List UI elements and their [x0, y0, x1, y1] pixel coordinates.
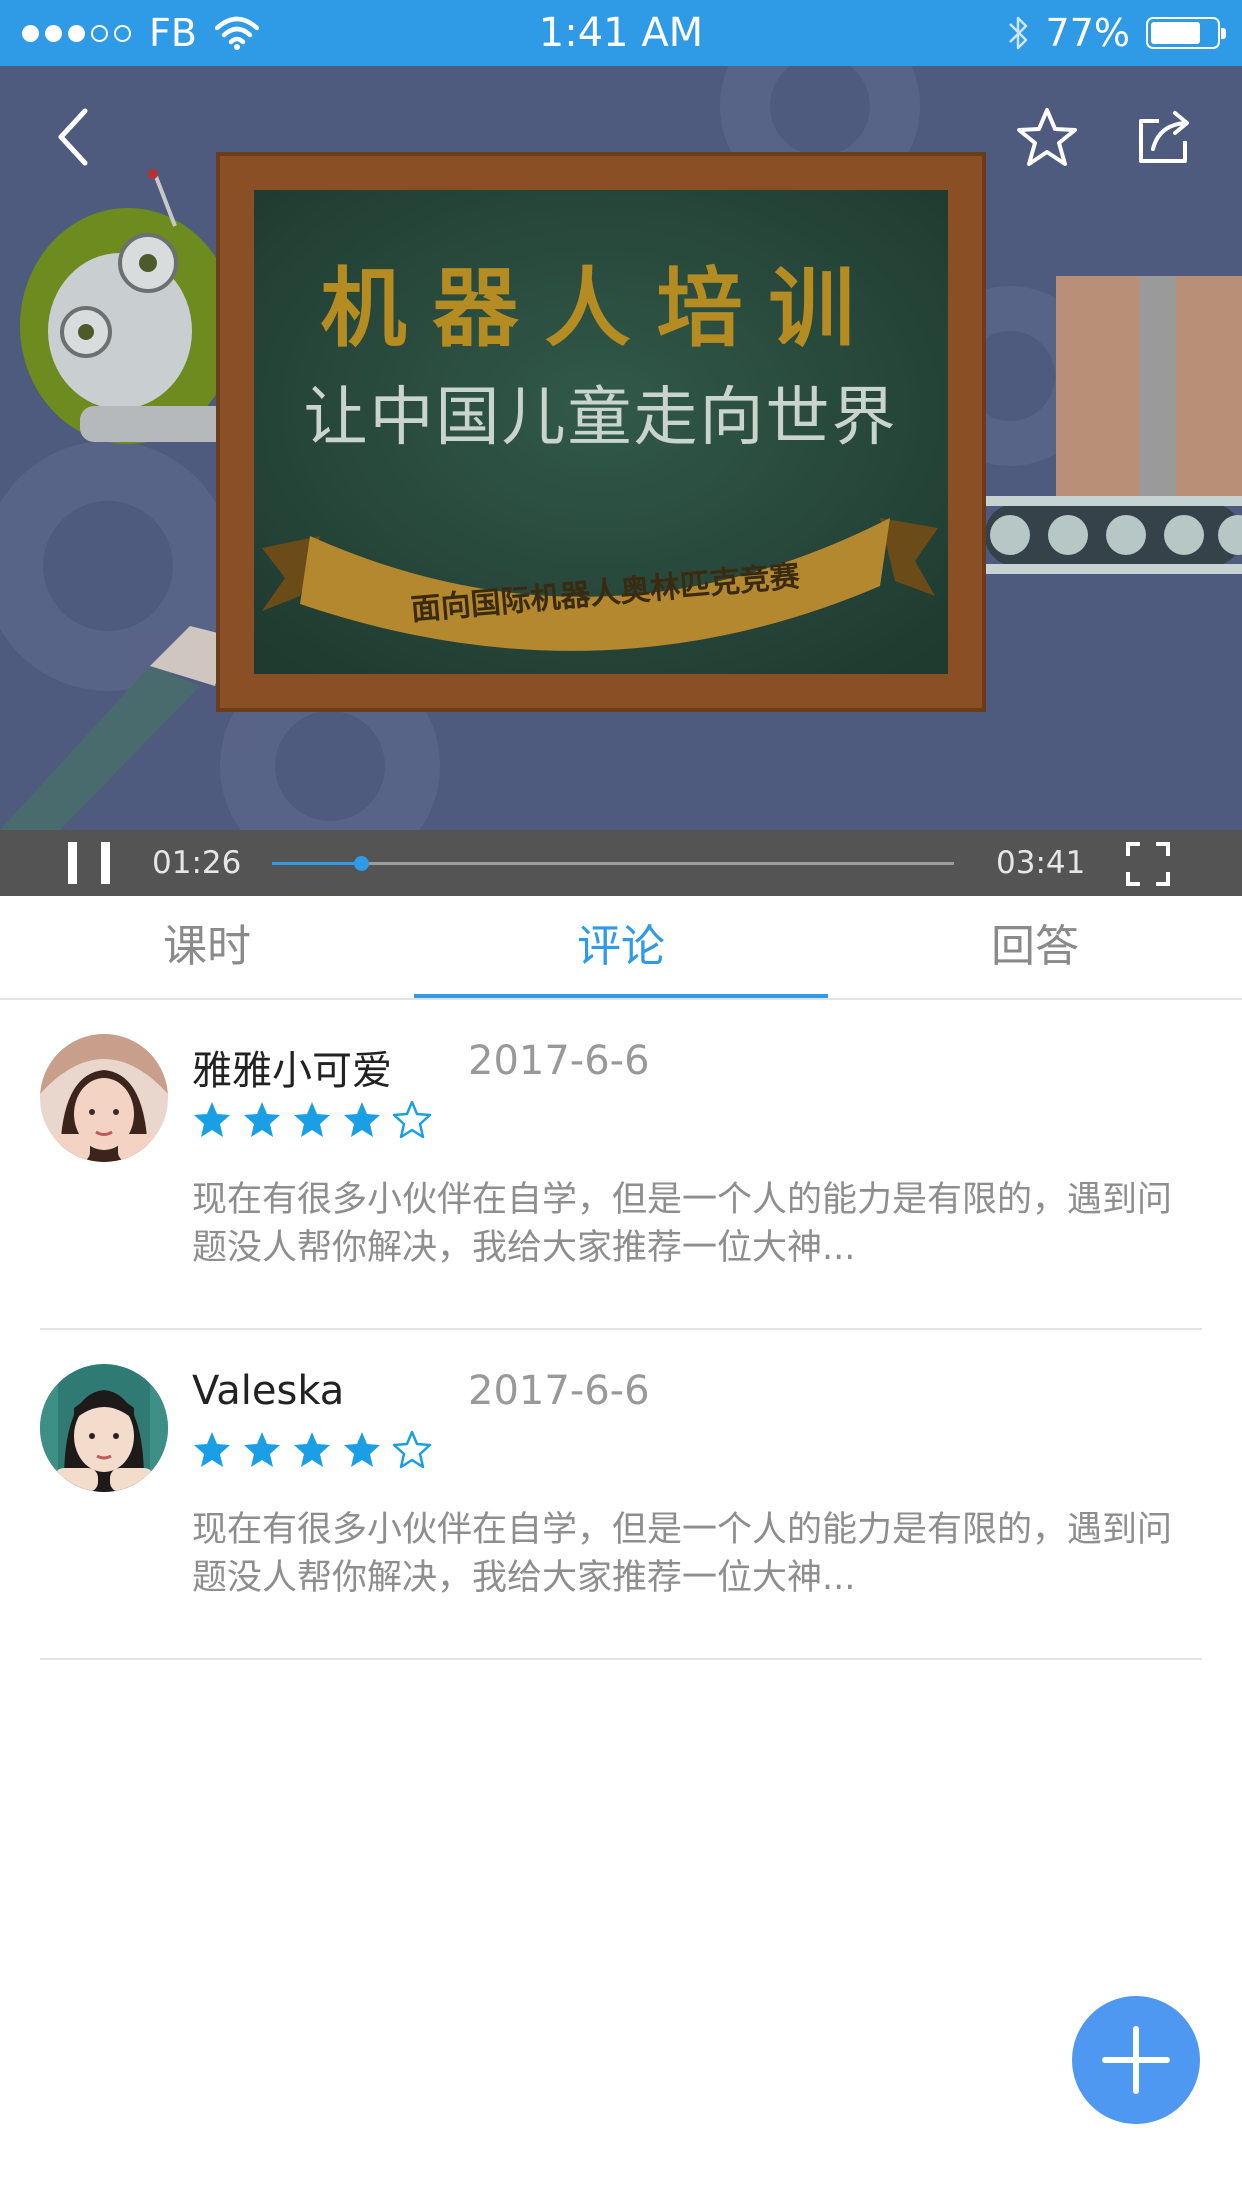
board-subtitle: 让中国儿童走向世界	[303, 381, 898, 455]
fullscreen-icon	[1126, 842, 1170, 886]
comment-date: 2017-6-6	[468, 1368, 650, 1414]
status-right: 77%	[1006, 0, 1226, 66]
star-filled-icon	[294, 1102, 330, 1137]
battery-level	[1151, 22, 1201, 44]
star-outline-icon	[1017, 108, 1077, 166]
battery-icon	[1146, 17, 1226, 49]
share-icon	[1139, 111, 1189, 163]
star-filled-icon	[344, 1432, 380, 1467]
back-button[interactable]	[38, 102, 108, 172]
tab-indicator	[414, 994, 828, 998]
progress-fill	[272, 862, 361, 865]
star-empty-icon	[392, 1100, 432, 1139]
comment-text: 现在有很多小伙伴在自学，但是一个人的能力是有限的，遇到问题没人帮你解决，我给大家…	[192, 1510, 1173, 1598]
favorite-button[interactable]	[1012, 102, 1082, 172]
video-player[interactable]: 机器人培训 让中国儿童走向世界 面向国际机器人奥林匹克竞赛	[0, 66, 1242, 830]
add-button[interactable]	[1072, 1996, 1200, 2124]
star-filled-icon	[344, 1102, 380, 1137]
star-filled-icon	[244, 1102, 280, 1137]
back-arrow-icon	[58, 108, 88, 166]
status-bar: FB 1:41 AM 77%	[0, 0, 1242, 66]
star-filled-icon	[194, 1432, 230, 1467]
tab-answers[interactable]: 回答	[828, 896, 1242, 998]
star-filled-icon	[244, 1432, 280, 1467]
tab-lessons[interactable]: 课时	[0, 896, 414, 998]
avatar[interactable]	[40, 1364, 168, 1492]
progress-knob[interactable]	[353, 856, 369, 871]
comment-author: Valeska	[192, 1368, 345, 1414]
bluetooth-icon	[1008, 16, 1027, 50]
rating-stars	[192, 1430, 432, 1470]
star-filled-icon	[294, 1432, 330, 1467]
comment-item[interactable]: Valeska 2017-6-6 现在有很多小伙伴在自学，但是一个人的能力是有限…	[40, 1330, 1202, 1660]
pause-button[interactable]	[68, 842, 114, 884]
share-button[interactable]	[1130, 102, 1200, 172]
comment-text: 现在有很多小伙伴在自学，但是一个人的能力是有限的，遇到问题没人帮你解决，我给大家…	[192, 1180, 1173, 1268]
avatar[interactable]	[40, 1034, 168, 1162]
board-title: 机器人培训	[320, 259, 881, 359]
tab-bar: 课时 评论 回答	[0, 896, 1242, 1000]
comment-author: 雅雅小可爱	[192, 1048, 392, 1094]
plus-icon	[1102, 2026, 1170, 2094]
rating-stars	[192, 1100, 432, 1140]
star-filled-icon	[194, 1102, 230, 1137]
fullscreen-button[interactable]	[1126, 842, 1170, 886]
tab-comments[interactable]: 评论	[414, 896, 828, 998]
current-time: 01:26	[152, 845, 242, 881]
comment-item[interactable]: 雅雅小可爱 2017-6-6 现在有很多小伙伴在自学，但是一个人的能力是有限的，…	[40, 1000, 1202, 1330]
duration: 03:41	[996, 845, 1086, 881]
comment-date: 2017-6-6	[468, 1038, 650, 1084]
star-empty-icon	[392, 1430, 432, 1469]
progress-slider[interactable]	[272, 856, 954, 871]
player-controls: 01:26 03:41	[0, 830, 1242, 896]
battery-percent: 77%	[1045, 11, 1130, 55]
